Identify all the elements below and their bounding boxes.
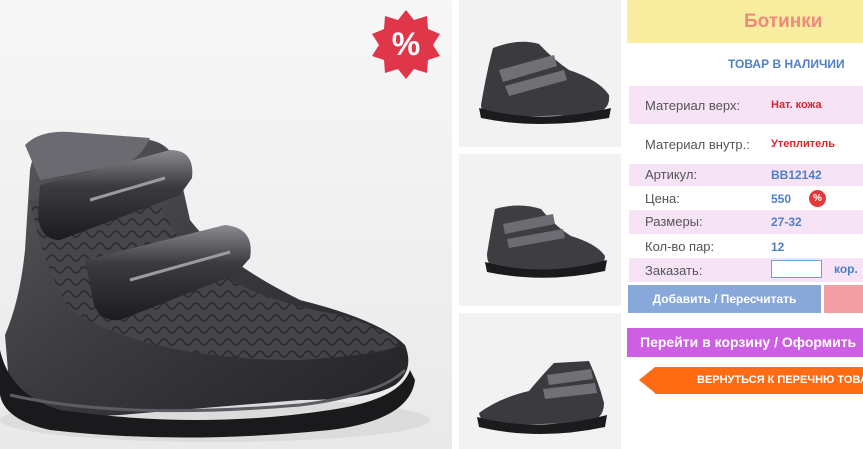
add-recalculate-button[interactable]: Добавить / Пересчитать bbox=[628, 285, 821, 313]
boot-thumbnail-icon bbox=[459, 154, 621, 306]
order-quantity-input[interactable] bbox=[771, 260, 822, 278]
detail-row-material-inner: Материал внутр.: Утеплитель bbox=[629, 124, 863, 164]
detail-row-sizes: Размеры: 27-32 bbox=[629, 210, 863, 234]
boot-thumbnail-icon bbox=[459, 313, 621, 449]
price-value: 550 bbox=[771, 192, 792, 206]
product-title: Ботинки bbox=[627, 0, 863, 43]
sale-badge-label: % bbox=[392, 26, 420, 62]
detail-label: Материал верх: bbox=[645, 98, 741, 113]
go-to-cart-button[interactable]: Перейти в корзину / Оформить bbox=[627, 328, 863, 357]
product-info-panel: Ботинки ТОВАР В НАЛИЧИИ Материал верх: Н… bbox=[627, 0, 863, 449]
back-to-list-button[interactable]: ВЕРНУТЬСЯ К ПЕРЕЧНЮ ТОВАРОВ bbox=[639, 367, 863, 394]
stock-status: ТОВАР В НАЛИЧИИ bbox=[728, 57, 845, 71]
detail-row-price: Цена: 550 % bbox=[629, 186, 863, 210]
detail-label: Размеры: bbox=[645, 214, 703, 229]
thumbnail-column bbox=[452, 0, 627, 449]
detail-value: Нат. кожа bbox=[771, 99, 822, 111]
detail-value: BB12142 bbox=[771, 168, 822, 182]
detail-value: Утеплитель bbox=[771, 138, 835, 150]
clear-button[interactable] bbox=[824, 285, 863, 313]
detail-row-material-top: Материал верх: Нат. кожа bbox=[629, 86, 863, 124]
arrow-left-icon bbox=[639, 367, 655, 393]
order-unit: кор. bbox=[834, 262, 858, 276]
order-label: Заказать: bbox=[645, 263, 703, 278]
detail-label: Кол-во пар: bbox=[645, 239, 715, 254]
detail-row-article: Артикул: BB12142 bbox=[629, 164, 863, 186]
back-to-list-label: ВЕРНУТЬСЯ К ПЕРЕЧНЮ ТОВАРОВ bbox=[697, 374, 863, 386]
order-row: Заказать: кор. bbox=[629, 258, 863, 282]
sale-badge-icon: % bbox=[372, 10, 440, 79]
thumbnail-1[interactable] bbox=[459, 0, 621, 147]
thumbnail-2[interactable] bbox=[459, 154, 621, 306]
detail-label: Материал внутр.: bbox=[645, 137, 750, 152]
detail-value: 12 bbox=[771, 240, 785, 254]
detail-label: Цена: bbox=[645, 191, 680, 206]
main-product-photo[interactable]: % bbox=[0, 0, 452, 449]
boot-thumbnail-icon bbox=[459, 0, 621, 147]
detail-label: Артикул: bbox=[645, 167, 698, 182]
discount-icon: % bbox=[809, 190, 826, 207]
detail-row-pairs: Кол-во пар: 12 bbox=[629, 234, 863, 258]
thumbnail-3[interactable] bbox=[459, 313, 621, 449]
detail-value: 27-32 bbox=[771, 215, 802, 229]
